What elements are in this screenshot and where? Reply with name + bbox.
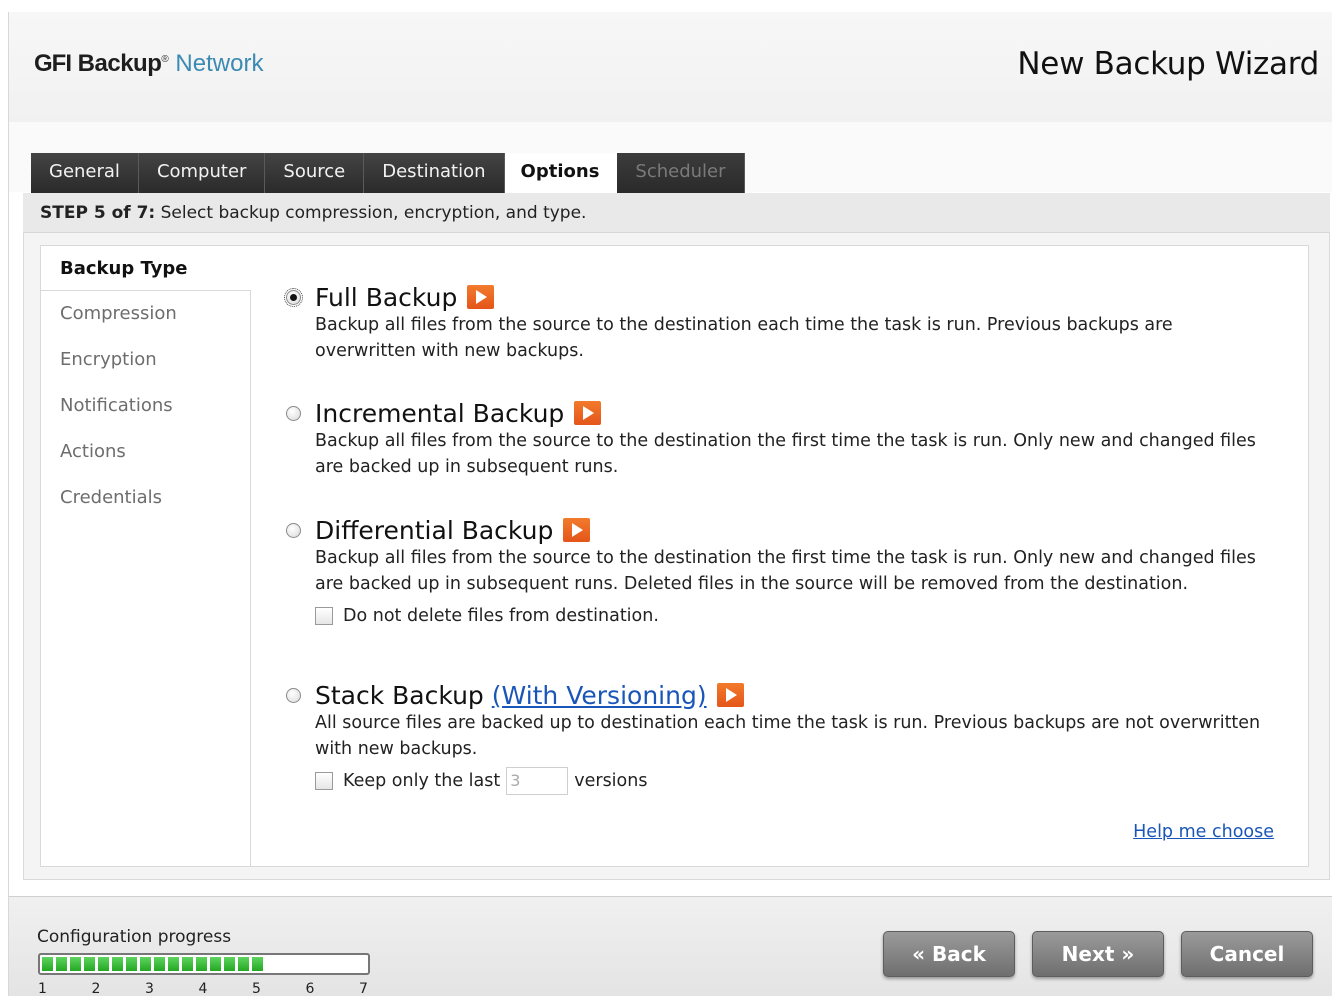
play-video-icon[interactable] bbox=[716, 683, 744, 707]
option-stack-title-text: Stack Backup bbox=[315, 680, 484, 710]
content-area: Backup Type Compression Encryption Notif… bbox=[23, 233, 1330, 880]
wizard-title: New Backup Wizard bbox=[1017, 46, 1319, 82]
option-differential-title: Differential Backup bbox=[315, 515, 554, 545]
with-versioning-link[interactable]: (With Versioning) bbox=[492, 681, 707, 710]
progress-label: Configuration progress bbox=[37, 927, 232, 947]
progress-segment bbox=[168, 957, 179, 971]
progress-segment bbox=[98, 957, 109, 971]
tab-source[interactable]: Source bbox=[265, 153, 365, 193]
gfi-backup-logo: GFI Backup® Network bbox=[34, 50, 264, 77]
do-not-delete-checkbox[interactable] bbox=[315, 607, 333, 625]
progress-segment bbox=[210, 957, 221, 971]
keep-versions-row: Keep only the last 3 versions bbox=[315, 766, 1286, 796]
footer: Configuration progress 1 2 3 4 5 6 7 « Back Ne… bbox=[9, 896, 1332, 996]
side-item-encryption[interactable]: Encryption bbox=[41, 337, 251, 383]
cancel-button[interactable]: Cancel bbox=[1181, 931, 1313, 977]
option-full-title-row: Full Backup bbox=[284, 282, 1286, 312]
progress-segment bbox=[112, 957, 123, 971]
progress-segment bbox=[84, 957, 95, 971]
progress-step-number: 1 bbox=[38, 981, 47, 996]
keep-versions-label-before: Keep only the last bbox=[343, 771, 501, 791]
side-item-compression[interactable]: Compression bbox=[41, 291, 251, 337]
radio-full-backup[interactable] bbox=[284, 287, 303, 307]
wizard-window: GFI Backup® Network New Backup Wizard Ge… bbox=[8, 12, 1332, 996]
progress-segment bbox=[238, 957, 249, 971]
progress-step-number: 7 bbox=[359, 981, 368, 996]
option-full-description: Backup all files from the source to the … bbox=[315, 315, 1173, 361]
do-not-delete-row: Do not delete files from destination. bbox=[315, 601, 1286, 631]
progress-segment bbox=[56, 957, 67, 971]
wizard-tabs: General Computer Source Destination Opti… bbox=[31, 153, 745, 193]
next-button[interactable]: Next » bbox=[1032, 931, 1164, 977]
progress-segment bbox=[224, 957, 235, 971]
option-stack-backup: Stack Backup (With Versioning) All sourc… bbox=[286, 680, 1286, 796]
option-differential-title-row: Differential Backup bbox=[286, 515, 1286, 545]
tab-computer[interactable]: Computer bbox=[138, 153, 266, 193]
progress-step-numbers: 1 2 3 4 5 6 7 bbox=[38, 981, 378, 996]
side-divider bbox=[250, 290, 251, 866]
progress-step-number: 6 bbox=[305, 981, 315, 996]
option-differential-description: Backup all files from the source to the … bbox=[315, 548, 1256, 594]
option-incremental-description: Backup all files from the source to the … bbox=[315, 431, 1256, 477]
side-item-notifications[interactable]: Notifications bbox=[41, 383, 251, 429]
option-full-title: Full Backup bbox=[315, 282, 458, 312]
progress-segment bbox=[70, 957, 81, 971]
option-full-backup: Full Backup Backup all files from the so… bbox=[284, 282, 1286, 364]
progress-step-number: 2 bbox=[91, 981, 101, 996]
option-stack-title: Stack Backup (With Versioning) bbox=[315, 681, 707, 710]
step-bar: STEP 5 of 7: Select backup compression, … bbox=[23, 193, 1330, 233]
play-video-icon[interactable] bbox=[467, 285, 495, 309]
progress-segment bbox=[252, 957, 263, 971]
configuration-progress-bar bbox=[38, 953, 370, 975]
option-incremental-title: Incremental Backup bbox=[315, 398, 565, 428]
header: GFI Backup® Network New Backup Wizard bbox=[9, 12, 1332, 122]
progress-segment bbox=[42, 957, 53, 971]
side-item-credentials[interactable]: Credentials bbox=[41, 475, 251, 521]
progress-segment bbox=[140, 957, 151, 971]
side-item-backup-type[interactable]: Backup Type bbox=[41, 246, 251, 291]
window-top-edge bbox=[0, 0, 1332, 12]
progress-step-number: 3 bbox=[145, 981, 154, 996]
option-differential-backup: Differential Backup Backup all files fro… bbox=[286, 515, 1286, 631]
do-not-delete-label: Do not delete files from destination. bbox=[343, 606, 659, 626]
option-incremental-backup: Incremental Backup Backup all files from… bbox=[286, 398, 1286, 480]
radio-differential-backup[interactable] bbox=[286, 522, 301, 538]
options-panel: Backup Type Compression Encryption Notif… bbox=[40, 245, 1309, 867]
progress-segment bbox=[126, 957, 137, 971]
step-label: STEP 5 of 7: bbox=[40, 203, 156, 223]
step-text: Select backup compression, encryption, a… bbox=[155, 203, 587, 223]
tab-destination[interactable]: Destination bbox=[364, 153, 505, 193]
play-video-icon[interactable] bbox=[563, 518, 591, 542]
tab-general[interactable]: General bbox=[31, 153, 139, 193]
versions-count-input[interactable]: 3 bbox=[506, 767, 569, 795]
progress-segment bbox=[196, 957, 207, 971]
keep-versions-checkbox[interactable] bbox=[315, 772, 333, 790]
back-button[interactable]: « Back bbox=[883, 931, 1015, 977]
help-me-choose-link[interactable]: Help me choose bbox=[1133, 822, 1274, 842]
progress-segment bbox=[154, 957, 165, 971]
keep-versions-label-after: versions bbox=[574, 771, 648, 791]
radio-incremental-backup[interactable] bbox=[286, 405, 301, 421]
progress-fill bbox=[42, 957, 263, 971]
option-incremental-title-row: Incremental Backup bbox=[286, 398, 1286, 428]
progress-segment bbox=[182, 957, 193, 971]
option-stack-title-row: Stack Backup (With Versioning) bbox=[286, 680, 1286, 710]
progress-step-number: 4 bbox=[198, 981, 208, 996]
option-stack-description: All source files are backed up to destin… bbox=[315, 713, 1261, 759]
radio-stack-backup[interactable] bbox=[286, 687, 301, 703]
tab-scheduler: Scheduler bbox=[617, 153, 745, 193]
side-item-actions[interactable]: Actions bbox=[41, 429, 251, 475]
progress-step-number: 5 bbox=[252, 981, 261, 996]
tab-options[interactable]: Options bbox=[504, 153, 618, 193]
side-menu: Backup Type Compression Encryption Notif… bbox=[41, 246, 251, 866]
play-video-icon[interactable] bbox=[574, 401, 602, 425]
